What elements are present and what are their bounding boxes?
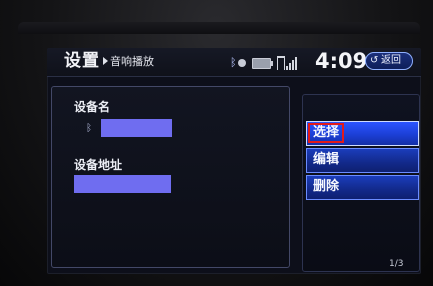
battery-icon [252, 58, 273, 69]
device-address-value [74, 175, 171, 193]
device-info-panel: 设备名 ᛒ 设备地址 [51, 86, 290, 268]
back-button-label: 返回 [381, 55, 401, 66]
page-title: 设置 [64, 51, 100, 71]
bluetooth-icon: ᛒ [86, 123, 92, 134]
menu-item-select[interactable]: 选择 [306, 121, 419, 146]
device-name-value [101, 119, 172, 137]
breadcrumb: 音响播放 [110, 55, 154, 68]
signal-strength-icon [277, 56, 299, 70]
status-icons: ᛒ [230, 53, 300, 71]
bluetooth-connected-icon [238, 59, 246, 67]
back-button[interactable]: ↺ 返回 [365, 52, 413, 70]
bezel-lip [18, 22, 420, 34]
infotainment-screen: 设置 音响播放 ᛒ 4:09 ↺ 返回 设备名 ᛒ 设备地址 选择 编辑 删除 … [47, 48, 421, 274]
back-arrow-icon: ↺ [370, 55, 379, 66]
selection-highlight [308, 123, 344, 143]
menu-item-label: 删除 [313, 179, 340, 194]
device-name-label: 设备名 [74, 100, 111, 114]
menu-item-delete[interactable]: 删除 [306, 175, 419, 200]
menu-item-label: 编辑 [313, 152, 340, 167]
header-bar: 设置 音响播放 ᛒ 4:09 ↺ 返回 [47, 48, 421, 77]
breadcrumb-arrow-icon [103, 57, 108, 65]
menu-item-edit[interactable]: 编辑 [306, 148, 419, 173]
clock: 4:09 [315, 49, 368, 73]
device-address-label: 设备地址 [74, 158, 123, 172]
page-indicator: 1/3 [389, 259, 404, 269]
action-menu: 选择 编辑 删除 [302, 94, 420, 272]
